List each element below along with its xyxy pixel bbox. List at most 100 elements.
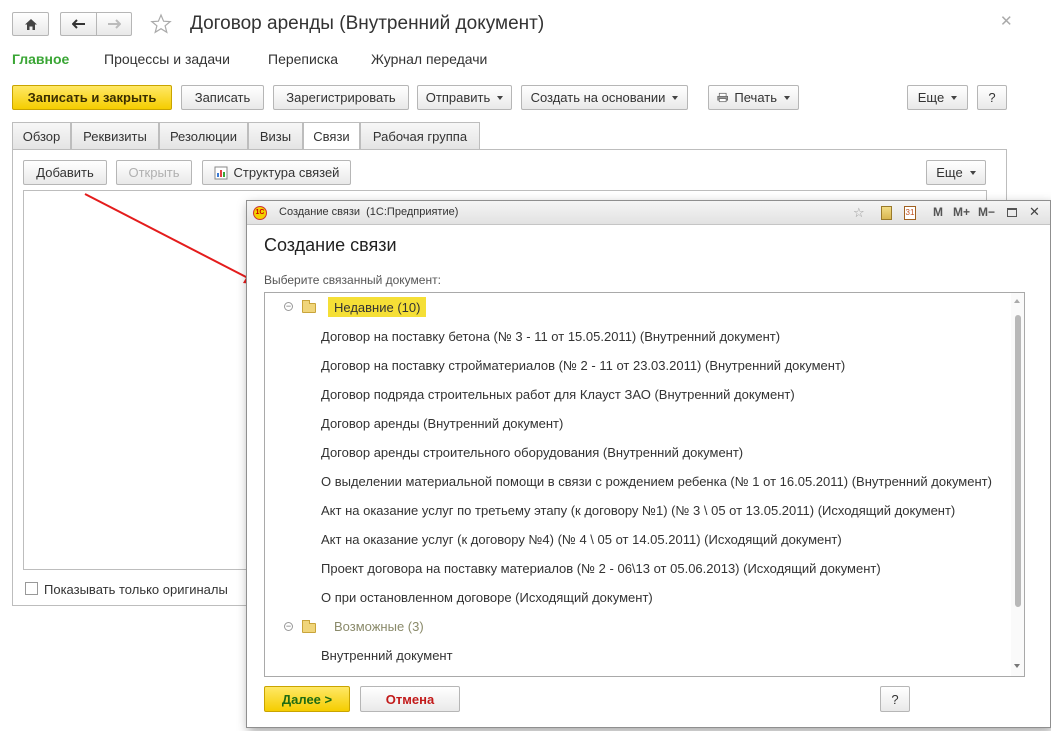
save-button[interactable]: Записать <box>181 85 264 110</box>
folder-icon <box>302 620 316 633</box>
cancel-label: Отмена <box>385 691 435 707</box>
collapse-possible-icon[interactable]: − <box>284 622 293 631</box>
chevron-down-icon <box>951 95 958 100</box>
create-based-button[interactable]: Создать на основании <box>521 85 688 110</box>
tab-details[interactable]: Реквизиты <box>71 122 159 149</box>
next-label: Далее > <box>281 691 333 707</box>
home-icon <box>24 18 37 30</box>
arrow-right-icon <box>108 19 121 29</box>
nav-journal[interactable]: Журнал передачи <box>371 51 487 67</box>
chevron-down-icon <box>497 95 504 100</box>
tab-resolutions-label: Резолюции <box>169 128 238 144</box>
nav-main[interactable]: Главное <box>12 51 69 67</box>
printer-icon <box>717 92 729 103</box>
more-button[interactable]: Еще <box>907 85 968 110</box>
group-recent[interactable]: Недавние (10) <box>328 297 427 317</box>
memory-m-minus-button[interactable]: M− <box>978 205 995 219</box>
window-title: Договор аренды (Внутренний документ) <box>190 13 545 34</box>
dialog-help-button[interactable]: ? <box>880 686 910 712</box>
arrow-left-icon <box>71 19 85 29</box>
list-item[interactable]: Проект договора на поставку материалов (… <box>321 561 881 576</box>
scrollbar[interactable] <box>1011 293 1024 676</box>
structure-button[interactable]: Структура связей <box>202 160 351 185</box>
structure-icon <box>214 166 228 179</box>
chevron-down-icon <box>969 170 976 175</box>
list-item[interactable]: О при остановленном договоре (Исходящий … <box>321 590 653 605</box>
show-originals-checkbox[interactable] <box>25 582 38 595</box>
dialog-window-title: Создание связи (1С:Предприятие) <box>279 206 459 218</box>
star-icon[interactable]: ☆ <box>853 205 865 221</box>
tab-workgroup-label: Рабочая группа <box>372 128 468 144</box>
memory-m-plus-button[interactable]: M+ <box>953 205 970 219</box>
tab-links[interactable]: Связи <box>303 122 360 150</box>
send-label: Отправить <box>425 90 491 105</box>
list-item[interactable]: Акт на оказание услуг (к договору №4) (№… <box>321 532 842 547</box>
forward-button[interactable] <box>96 12 132 36</box>
tab-visas-label: Визы <box>259 128 292 144</box>
register-button[interactable]: Зарегистрировать <box>273 85 409 110</box>
tab-details-label: Реквизиты <box>83 128 147 144</box>
nav-processes[interactable]: Процессы и задачи <box>104 51 230 67</box>
list-item[interactable]: Внутренний документ <box>321 648 453 663</box>
dialog-titlebar: 1С Создание связи (1С:Предприятие) ☆ 31 … <box>247 201 1050 225</box>
chevron-down-icon <box>784 95 790 100</box>
send-button[interactable]: Отправить <box>417 85 512 110</box>
tab-visas[interactable]: Визы <box>248 122 303 149</box>
add-label: Добавить <box>36 165 94 180</box>
home-button[interactable] <box>12 12 49 36</box>
next-button[interactable]: Далее > <box>264 686 350 712</box>
add-button[interactable]: Добавить <box>23 160 107 185</box>
annotation-arrow <box>84 193 263 285</box>
links-more-label: Еще <box>936 165 963 180</box>
help-button[interactable]: ? <box>977 85 1007 110</box>
list-item[interactable]: Договор на поставку бетона (№ 3 - 11 от … <box>321 329 780 344</box>
save-and-close-label: Записать и закрыть <box>27 90 157 105</box>
memory-m-button[interactable]: M <box>933 205 943 219</box>
maximize-icon[interactable] <box>1007 208 1017 217</box>
save-and-close-button[interactable]: Записать и закрыть <box>12 85 172 110</box>
print-label: Печать <box>734 90 777 105</box>
favorite-star-icon[interactable] <box>150 13 174 37</box>
list-item[interactable]: Акт на оказание услуг по третьему этапу … <box>321 503 955 518</box>
help-label: ? <box>988 90 996 105</box>
group-recent-label: Недавние (10) <box>334 299 421 315</box>
collapse-recent-icon[interactable]: − <box>284 302 293 311</box>
scrollbar-thumb[interactable] <box>1015 315 1021 607</box>
list-item[interactable]: О выделении материальной помощи в связи … <box>321 474 992 489</box>
scroll-down-icon[interactable] <box>1014 664 1020 668</box>
create-based-label: Создать на основании <box>530 90 666 105</box>
tab-overview-label: Обзор <box>22 128 61 144</box>
tab-links-label: Связи <box>313 129 350 144</box>
more-label: Еще <box>917 90 945 105</box>
back-button[interactable] <box>60 12 96 36</box>
list-item[interactable]: Договор аренды (Внутренний документ) <box>321 416 563 431</box>
nav-correspondence[interactable]: Переписка <box>268 51 338 67</box>
list-item[interactable]: Договор подряда строительных работ для К… <box>321 387 795 402</box>
group-possible-label[interactable]: Возможные (3) <box>334 619 424 634</box>
chevron-down-icon <box>672 95 679 100</box>
show-originals-label: Показывать только оригиналы <box>44 582 228 597</box>
list-item[interactable]: Договор на поставку стройматериалов (№ 2… <box>321 358 845 373</box>
document-tree[interactable]: − Недавние (10) Договор на поставку бето… <box>264 292 1025 677</box>
register-label: Зарегистрировать <box>286 90 396 105</box>
save-label: Записать <box>194 90 251 105</box>
calendar-icon[interactable]: 31 <box>904 206 916 220</box>
dialog-prompt: Выберите связанный документ: <box>264 273 441 287</box>
list-item[interactable]: Договор аренды строительного оборудовани… <box>321 445 743 460</box>
print-button[interactable]: Печать <box>708 85 799 110</box>
tab-overview[interactable]: Обзор <box>12 122 71 149</box>
dialog-heading: Создание связи <box>264 235 397 255</box>
tab-resolutions[interactable]: Резолюции <box>159 122 248 149</box>
folder-icon <box>302 300 316 313</box>
open-button[interactable]: Открыть <box>116 160 192 185</box>
cancel-button[interactable]: Отмена <box>360 686 460 712</box>
close-icon[interactable]: ✕ <box>1000 12 1013 30</box>
open-label: Открыть <box>128 165 180 180</box>
scroll-up-icon[interactable] <box>1014 299 1020 303</box>
calculator-icon[interactable] <box>881 206 892 220</box>
close-icon[interactable]: ✕ <box>1029 204 1040 220</box>
links-more-button[interactable]: Еще <box>926 160 986 185</box>
tab-workgroup[interactable]: Рабочая группа <box>360 122 480 149</box>
structure-label: Структура связей <box>233 165 340 180</box>
dialog-help-label: ? <box>891 691 899 707</box>
